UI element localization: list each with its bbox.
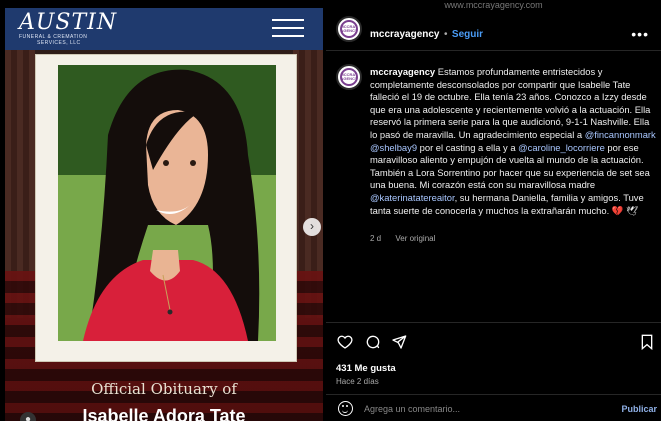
mention-link[interactable]: @caroline_locorriere xyxy=(518,142,605,153)
tagged-people-icon[interactable]: ● xyxy=(20,412,36,421)
comment-icon[interactable] xyxy=(364,334,382,352)
emoji-icon[interactable] xyxy=(338,401,353,416)
screenshot-frame: AUSTIN FUNERAL & CREMATION SERVICES, LLC xyxy=(0,0,661,421)
portrait-photo xyxy=(58,65,276,341)
header-divider xyxy=(326,50,661,51)
obituary-heading: Official Obituary of xyxy=(91,380,237,398)
funeral-home-header: AUSTIN FUNERAL & CREMATION SERVICES, LLC xyxy=(5,8,323,50)
time-ago: 2 d xyxy=(370,234,382,243)
see-original-link[interactable]: Ver original xyxy=(395,234,435,243)
comment-bar: Agrega un comentario... Publicar xyxy=(326,396,661,421)
obituary-name: Isabelle Adora Tate xyxy=(82,406,246,421)
posted-time: Hace 2 días xyxy=(336,377,379,386)
like-count[interactable]: 431 Me gusta xyxy=(336,363,396,374)
mention-link[interactable]: @fincannonmark xyxy=(585,129,656,140)
bookmark-icon[interactable] xyxy=(638,334,656,352)
avatar[interactable]: MCCRAY AGENCY xyxy=(336,16,362,42)
more-options-icon[interactable]: ••• xyxy=(631,26,649,42)
caption-text-2: por el casting a ella y a xyxy=(417,141,519,153)
watermark-url: www.mccrayagency.com xyxy=(444,0,543,10)
comment-input[interactable]: Agrega un comentario... xyxy=(364,404,460,414)
caption-meta: 2 d Ver original xyxy=(370,234,447,243)
funeral-home-logo: AUSTIN FUNERAL & CREMATION SERVICES, LLC xyxy=(19,10,118,47)
avatar-text: MCCRAY AGENCY xyxy=(340,24,358,33)
portrait-frame xyxy=(35,54,297,362)
actions-divider xyxy=(326,322,661,323)
action-bar xyxy=(336,334,656,352)
hamburger-menu-icon xyxy=(272,19,304,39)
heart-icon[interactable] xyxy=(336,334,354,352)
mention-link[interactable]: @shelbay9 xyxy=(370,142,417,153)
caption-avatar-text: MCCRAY AGENCY xyxy=(340,72,358,81)
author-handle[interactable]: mccrayagency xyxy=(370,29,440,40)
post-details-panel: www.mccrayagency.com MCCRAY AGENCY mccra… xyxy=(326,0,661,421)
post-caption: mccrayagency Estamos profundamente entri… xyxy=(370,66,656,217)
post-header: MCCRAY AGENCY mccrayagency • Seguir ••• xyxy=(326,12,661,48)
logo-main-text: AUSTIN xyxy=(19,10,118,35)
next-media-button[interactable]: › xyxy=(303,218,321,236)
caption-handle[interactable]: mccrayagency xyxy=(370,66,435,77)
mention-link[interactable]: @katerinatatereaitor xyxy=(370,192,455,203)
portrait-illustration xyxy=(58,65,276,341)
publish-button[interactable]: Publicar xyxy=(621,404,657,414)
logo-sub-text-2: SERVICES, LLC xyxy=(37,40,81,46)
follow-button[interactable]: Seguir xyxy=(452,29,483,40)
comment-divider xyxy=(326,394,661,395)
caption-avatar[interactable]: MCCRAY AGENCY xyxy=(336,64,362,90)
separator-dot: • xyxy=(443,29,448,40)
share-icon[interactable] xyxy=(390,334,408,352)
post-media: AUSTIN FUNERAL & CREMATION SERVICES, LLC xyxy=(5,8,323,421)
